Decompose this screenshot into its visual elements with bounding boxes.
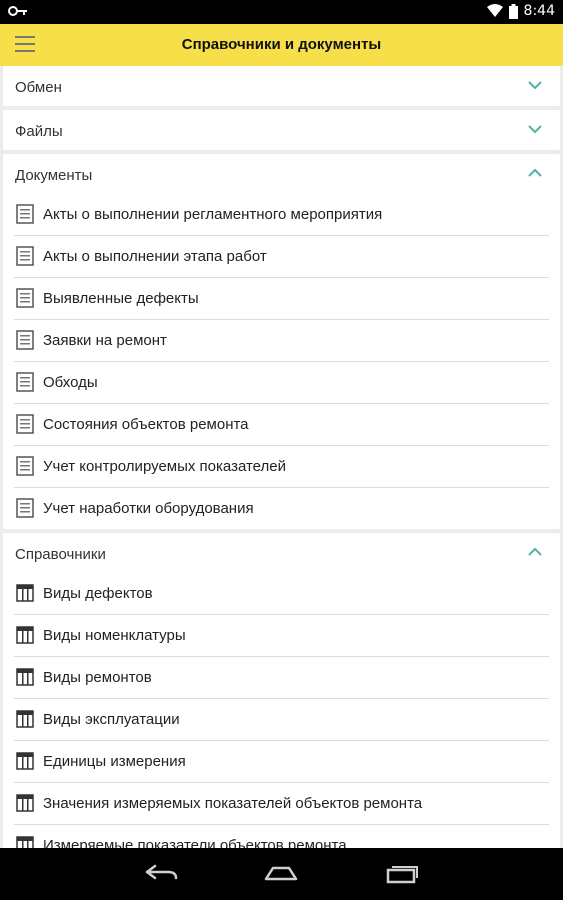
list-item[interactable]: Заявки на ремонт xyxy=(14,320,549,362)
list-item-label: Виды эксплуатации xyxy=(43,711,180,728)
list-item-label: Виды ремонтов xyxy=(43,669,152,686)
document-icon xyxy=(16,372,34,392)
list-item[interactable]: Виды номенклатуры xyxy=(14,615,549,657)
section-documents: Документы Акты о выполнении регламентног… xyxy=(3,154,560,529)
table-icon xyxy=(16,752,34,770)
recent-apps-icon[interactable] xyxy=(384,862,420,884)
key-icon xyxy=(8,6,27,16)
section-exchange-header[interactable]: Обмен xyxy=(3,66,560,106)
list-item[interactable]: Обходы xyxy=(14,362,549,404)
status-time: 8:44 xyxy=(523,3,555,19)
documents-list: Акты о выполнении регламентного мероприя… xyxy=(3,194,560,529)
battery-icon xyxy=(508,3,518,19)
list-item-label: Единицы измерения xyxy=(43,753,186,770)
list-item[interactable]: Учет наработки оборудования xyxy=(14,488,549,529)
list-item[interactable]: Значения измеряемых показателей объектов… xyxy=(14,783,549,825)
table-icon xyxy=(16,584,34,602)
wifi-icon xyxy=(486,4,503,17)
list-item[interactable]: Виды дефектов xyxy=(14,573,549,615)
list-item-label: Значения измеряемых показателей объектов… xyxy=(43,795,423,812)
section-files-label: Файлы xyxy=(15,123,63,140)
list-item-label: Заявки на ремонт xyxy=(43,332,167,349)
table-icon xyxy=(16,710,34,728)
list-item-label: Акты о выполнении этапа работ xyxy=(43,248,267,265)
list-item[interactable]: Выявленные дефекты xyxy=(14,278,549,320)
chevron-down-icon xyxy=(528,125,542,134)
system-nav-bar xyxy=(0,848,563,900)
section-files-header[interactable]: Файлы xyxy=(3,110,560,150)
document-icon xyxy=(16,498,34,518)
list-item-label: Виды дефектов xyxy=(43,585,153,602)
list-item-label: Измеряемые показатели объектов ремонта xyxy=(43,837,347,848)
section-catalogs-label: Справочники xyxy=(15,546,106,563)
back-icon[interactable] xyxy=(144,862,180,884)
list-item[interactable]: Учет контролируемых показателей xyxy=(14,446,549,488)
list-item[interactable]: Измеряемые показатели объектов ремонта xyxy=(14,825,549,848)
document-icon xyxy=(16,288,34,308)
section-documents-header[interactable]: Документы xyxy=(3,154,560,194)
section-exchange-label: Обмен xyxy=(15,79,62,96)
list-item[interactable]: Акты о выполнении этапа работ xyxy=(14,236,549,278)
section-catalogs-header[interactable]: Справочники xyxy=(3,533,560,573)
page-title: Справочники и документы xyxy=(181,36,382,53)
list-item-label: Учет контролируемых показателей xyxy=(43,458,286,475)
list-item-label: Обходы xyxy=(43,374,98,391)
table-icon xyxy=(16,668,34,686)
app-bar: Справочники и документы xyxy=(0,24,563,66)
section-exchange: Обмен xyxy=(3,66,560,106)
document-icon xyxy=(16,414,34,434)
section-documents-label: Документы xyxy=(15,167,93,184)
chevron-down-icon xyxy=(528,81,542,90)
list-item-label: Виды номенклатуры xyxy=(43,627,186,644)
document-icon xyxy=(16,330,34,350)
chevron-up-icon xyxy=(528,547,542,556)
list-item-label: Состояния объектов ремонта xyxy=(43,416,249,433)
list-item[interactable]: Единицы измерения xyxy=(14,741,549,783)
table-icon xyxy=(16,626,34,644)
section-catalogs: Справочники Виды дефектов Виды номенклат… xyxy=(3,533,560,848)
section-files: Файлы xyxy=(3,110,560,150)
table-icon xyxy=(16,794,34,812)
document-icon xyxy=(16,456,34,476)
list-item-label: Выявленные дефекты xyxy=(43,290,199,307)
list-item[interactable]: Виды эксплуатации xyxy=(14,699,549,741)
table-icon xyxy=(16,836,34,848)
document-icon xyxy=(16,246,34,266)
document-icon xyxy=(16,204,34,224)
content-list[interactable]: Обмен Файлы Документы Акты о выполнении … xyxy=(0,66,563,848)
list-item[interactable]: Акты о выполнении регламентного мероприя… xyxy=(14,194,549,236)
status-bar: 8:44 xyxy=(0,0,563,24)
list-item[interactable]: Состояния объектов ремонта xyxy=(14,404,549,446)
list-item[interactable]: Виды ремонтов xyxy=(14,657,549,699)
home-icon[interactable] xyxy=(263,862,299,884)
list-item-label: Акты о выполнении регламентного мероприя… xyxy=(43,206,383,223)
list-item-label: Учет наработки оборудования xyxy=(43,500,254,517)
chevron-up-icon xyxy=(528,168,542,177)
catalogs-list: Виды дефектов Виды номенклатуры Виды рем… xyxy=(3,573,560,848)
